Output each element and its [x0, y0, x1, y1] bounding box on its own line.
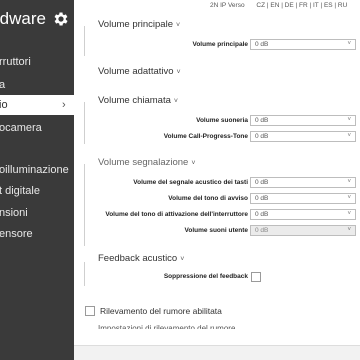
chevron-down-icon: ˅ [347, 179, 351, 185]
noise-detection-checkbox[interactable] [85, 306, 95, 316]
noise-settings-title[interactable]: Impostazioni di rilevamento del rumore [98, 324, 235, 329]
sidebar-item-estensioni[interactable]: nsioni [0, 203, 74, 223]
sidebar-item-label: ensore [0, 228, 33, 240]
select-value: 0 dB [255, 41, 269, 48]
section-title: Volume adattativo [98, 66, 174, 77]
language-selector[interactable]: CZ | EN | DE | FR | IT | ES | RU [256, 2, 347, 9]
section-volume-chiamata[interactable]: Volume chiamata ˅ [98, 95, 178, 106]
chevron-down-icon: ˅ [173, 98, 178, 105]
sidebar-item-rete[interactable]: a [0, 75, 74, 95]
sidebar-item-label: io [0, 99, 8, 111]
chevron-down-icon: ˅ [347, 227, 351, 233]
chevron-down-icon: ˅ [176, 22, 181, 29]
group-line [84, 26, 85, 56]
language-bar: 2N IP Verso CZ | EN | DE | FR | IT | ES … [210, 2, 347, 9]
brand-title: rdware [0, 9, 46, 28]
row-label: Volume principale [192, 41, 248, 48]
section-title: Volume principale [98, 19, 173, 30]
group-line [84, 262, 85, 286]
row-label: Volume suoni utente [184, 227, 248, 234]
volume-suoneria-select[interactable]: 0 dB ˅ [250, 115, 356, 126]
section-volume-principale[interactable]: Volume principale ˅ [98, 19, 180, 30]
sidebar-item-videocamera[interactable]: ocamera [0, 118, 74, 138]
volume-call-progress-select[interactable]: 0 dB ˅ [250, 131, 356, 142]
row-label: Volume del segnale acustico dei tasti [133, 179, 248, 186]
sidebar-item-audio[interactable]: io › [0, 95, 74, 115]
section-title: Volume segnalazione [98, 157, 189, 168]
select-value: 0 dB [255, 195, 269, 202]
gear-icon[interactable] [52, 10, 70, 28]
select-value: 0 dB [255, 179, 269, 186]
volume-principale-select[interactable]: 0 dB ˅ [250, 39, 356, 50]
sidebar-item-label: t digitale [0, 185, 40, 197]
chevron-right-icon: › [62, 99, 66, 111]
sidebar-item-label: rruttori [0, 56, 31, 68]
section-feedback-acustico[interactable]: Feedback acustico ˅ [98, 253, 184, 264]
section-volume-segnalazione[interactable]: Volume segnalazione ˅ [98, 157, 195, 168]
chevron-down-icon: ˅ [347, 117, 351, 123]
group-line [84, 102, 85, 144]
volume-tasti-select[interactable]: 0 dB ˅ [250, 177, 356, 188]
select-value: 0 dB [255, 227, 269, 234]
row-label: Volume del tono di attivazione dell'inte… [105, 211, 248, 218]
sidebar-item-label: oilluminazione [0, 164, 69, 176]
bottom-bar [74, 345, 360, 360]
chevron-down-icon: ˅ [191, 160, 196, 167]
chevron-down-icon: ˅ [176, 69, 181, 76]
chevron-down-icon: ˅ [347, 41, 351, 47]
chevron-down-icon: ˅ [347, 211, 351, 217]
volume-avviso-select[interactable]: 0 dB ˅ [250, 193, 356, 204]
section-title: Feedback acustico [98, 253, 178, 264]
section-title: Volume chiamata [98, 95, 171, 106]
sidebar-item-label: nsioni [0, 207, 28, 219]
chevron-down-icon: ˅ [347, 133, 351, 139]
main-content: 2N IP Verso CZ | EN | DE | FR | IT | ES … [74, 0, 360, 360]
noise-detection-label: Rilevamento del rumore abilitata [100, 306, 222, 316]
chevron-down-icon: ˅ [347, 195, 351, 201]
sidebar-item-interruttori[interactable]: rruttori [0, 52, 74, 72]
volume-interruttore-select[interactable]: 0 dB ˅ [250, 209, 356, 220]
row-label: Volume del tono di avviso [168, 195, 248, 202]
row-label: Soppressione del feedback [163, 273, 248, 280]
sidebar-item-sensore[interactable]: ensore [0, 224, 74, 244]
row-label: Volume Call-Progress-Tone [163, 133, 248, 140]
sidebar-item-label: a [0, 79, 6, 91]
sidebar-item-label: ocamera [0, 122, 42, 134]
brand: rdware [0, 9, 74, 33]
select-value: 0 dB [255, 211, 269, 218]
select-value: 0 dB [255, 133, 269, 140]
sidebar-item-retroilluminazione[interactable]: oilluminazione [0, 160, 74, 180]
group-line [84, 164, 85, 246]
volume-suoni-utente-select[interactable]: 0 dB ˅ [250, 225, 356, 236]
feedback-suppression-checkbox[interactable] [251, 272, 261, 282]
row-label: Volume suoneria [196, 117, 248, 124]
device-version: 2N IP Verso [210, 2, 245, 9]
chevron-down-icon: ˅ [180, 256, 185, 263]
section-volume-adattativo[interactable]: Volume adattativo ˅ [98, 66, 181, 77]
sidebar: rdware rruttori a io › ocamera oilluminaz… [0, 0, 74, 360]
sidebar-item-input-digitale[interactable]: t digitale [0, 181, 74, 201]
select-value: 0 dB [255, 117, 269, 124]
